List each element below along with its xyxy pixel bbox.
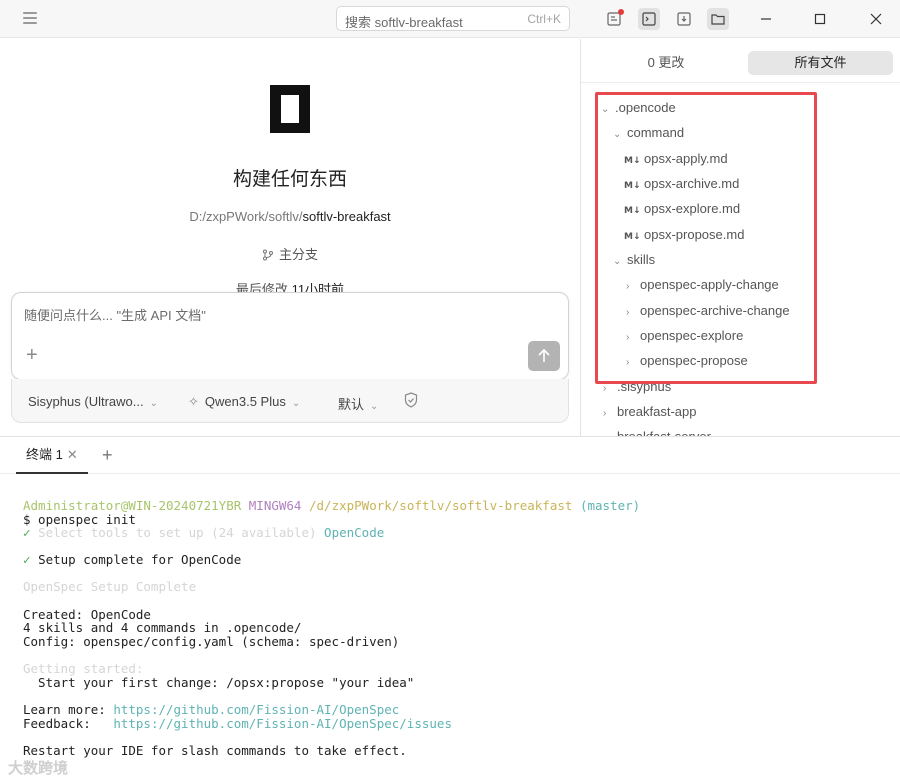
prompt-placeholder: 随便问点什么... "生成 API 文档" xyxy=(24,308,206,323)
model-select[interactable]: ✧ Qwen3.5 Plus ⌄ xyxy=(188,394,300,410)
review-panel-icon[interactable] xyxy=(603,8,625,30)
tree-label: breakfast-app xyxy=(617,404,697,419)
files-tabs: 0 更改 所有文件 xyxy=(581,39,900,83)
add-terminal-icon[interactable]: + xyxy=(102,445,113,466)
chevron-down-icon: ⌄ xyxy=(291,398,301,409)
title-bar: 搜索 softlv-breakfast Ctrl+K xyxy=(0,0,900,38)
chevron-right-icon: › xyxy=(603,428,617,436)
search-input[interactable]: 搜索 softlv-breakfast Ctrl+K xyxy=(336,6,570,31)
setup-complete-line: ✓ Setup complete for OpenCode xyxy=(23,553,241,567)
prompt-branch: (master) xyxy=(579,498,641,513)
minimize-icon[interactable] xyxy=(756,9,776,29)
watermark: 大数跨境 xyxy=(8,760,69,777)
tab-all-files[interactable]: 所有文件 xyxy=(748,51,893,75)
menu-icon[interactable] xyxy=(23,12,37,26)
folder-panel-icon[interactable] xyxy=(707,8,729,30)
path-name: softlv-breakfast xyxy=(302,209,391,224)
chevron-right-icon: › xyxy=(603,408,607,419)
mode-select[interactable]: 默认 ⌄ xyxy=(338,394,378,413)
check-icon: ✓ xyxy=(23,525,31,540)
app-logo xyxy=(270,85,310,133)
add-attachment-icon[interactable]: + xyxy=(26,345,38,365)
branch-label: 主分支 xyxy=(278,247,318,262)
terminal-tab-label: 终端 1 xyxy=(26,447,63,462)
chevron-down-icon: ⌄ xyxy=(370,401,379,412)
mode-label: 默认 xyxy=(338,397,365,412)
search-shortcut: Ctrl+K xyxy=(527,12,561,26)
tab-terminal-1[interactable]: 终端 1 ✕ xyxy=(16,437,88,474)
tree-label: breakfast-server xyxy=(617,429,711,436)
terminal-output[interactable]: Administrator@WIN-20240721YBR MINGW64 /d… xyxy=(0,475,900,783)
learn-line: Learn more: https://github.com/Fission-A… xyxy=(23,703,399,717)
prompt-user: Administrator@WIN-20240721YBR xyxy=(23,498,242,513)
getting-started-line: Getting started: xyxy=(23,661,144,676)
branch-indicator: 主分支 xyxy=(0,244,580,263)
send-button[interactable] xyxy=(528,341,560,371)
select-tools-value: OpenCode xyxy=(324,525,385,540)
tree-folder-breakfast-app[interactable]: › breakfast-app xyxy=(603,401,697,423)
prompt-composer[interactable]: 随便问点什么... "生成 API 文档" + xyxy=(11,292,569,380)
prompt-line: Administrator@WIN-20240721YBR MINGW64 /d… xyxy=(23,499,640,513)
tree-folder-breakfast-server[interactable]: ›breakfast-server xyxy=(603,426,711,436)
agent-label: Sisyphus (Ultrawo... xyxy=(28,394,144,409)
shield-icon[interactable] xyxy=(404,392,418,411)
close-icon[interactable]: ✕ xyxy=(67,447,78,462)
restart-line: Restart your IDE for slash commands to t… xyxy=(23,743,407,758)
feedback-url-link[interactable]: https://github.com/Fission-AI/OpenSpec/i… xyxy=(113,716,452,731)
start-line: Start your first change: /opsx:propose "… xyxy=(23,675,415,690)
terminal-tabs: 终端 1 ✕ + xyxy=(0,436,900,474)
learn-label: Learn more: xyxy=(23,702,114,717)
download-panel-icon[interactable] xyxy=(673,8,695,30)
close-icon[interactable] xyxy=(866,9,886,29)
terminal-toggle-icon[interactable] xyxy=(638,8,660,30)
setup-complete-text: Setup complete for OpenCode xyxy=(38,552,242,567)
setup-header-line: OpenSpec Setup Complete xyxy=(23,579,197,594)
composer-toolbar: Sisyphus (Ultrawo... ⌄ ✧ Qwen3.5 Plus ⌄ 默认 ⌄ xyxy=(11,379,569,423)
check-icon: ✓ xyxy=(23,552,31,567)
annotation-highlight-box xyxy=(595,92,817,384)
select-tools-text: Select tools to set up (24 available) xyxy=(38,525,317,540)
arrow-up-icon xyxy=(538,348,550,362)
files-panel: 0 更改 所有文件 ⌄ .opencode ⌄ command M↓ opsx-app… xyxy=(580,39,900,436)
counts-line: 4 skills and 4 commands in .opencode/ xyxy=(23,620,302,635)
feedback-line: Feedback: https://github.com/Fission-AI/… xyxy=(23,717,452,731)
tab-changes[interactable]: 0 更改 xyxy=(601,51,731,75)
chevron-down-icon: ⌄ xyxy=(149,398,158,409)
maximize-icon[interactable] xyxy=(810,9,830,29)
config-line: Config: openspec/config.yaml (schema: sp… xyxy=(23,634,400,649)
model-label: Qwen3.5 Plus xyxy=(204,394,286,409)
main-area: 构建任何东西 D:/zxpPWork/softlv/softlv-breakfa… xyxy=(0,39,580,436)
select-tools-line: ✓ Select tools to set up (24 available) … xyxy=(23,526,384,540)
notification-dot xyxy=(618,9,624,15)
learn-url-link[interactable]: https://github.com/Fission-AI/OpenSpec xyxy=(113,702,399,717)
path-prefix: D:/zxpPWork/softlv/ xyxy=(189,209,303,224)
prompt-env: MINGW64 xyxy=(248,498,302,513)
prompt-path: /d/zxpPWork/softlv/softlv-breakfast xyxy=(309,498,573,513)
sparkle-icon: ✧ xyxy=(188,394,199,409)
branch-icon xyxy=(262,249,273,261)
feedback-label: Feedback: xyxy=(23,716,114,731)
project-path: D:/zxpPWork/softlv/softlv-breakfast xyxy=(0,209,580,224)
agent-select[interactable]: Sisyphus (Ultrawo... ⌄ xyxy=(28,394,158,409)
page-title: 构建任何东西 xyxy=(232,169,347,190)
search-placeholder: 搜索 softlv-breakfast xyxy=(345,15,463,30)
